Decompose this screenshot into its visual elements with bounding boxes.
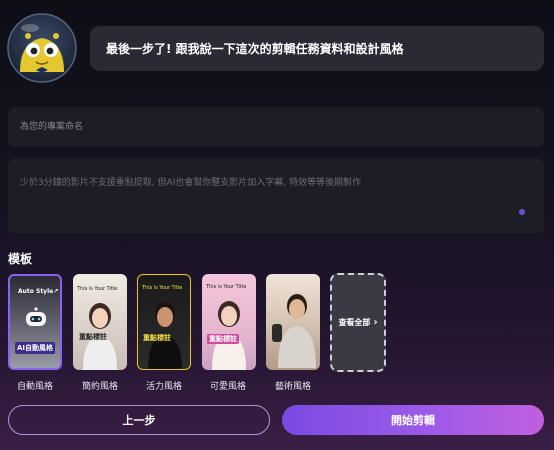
project-name-input[interactable] [8, 107, 544, 147]
presenter-image [272, 294, 316, 368]
template-label-energetic: 活力風格 [145, 382, 182, 392]
start-editing-label: 開始剪輯 [391, 414, 435, 427]
template-label-auto: 自動風格 [16, 382, 53, 392]
template-card-artistic[interactable] [266, 274, 320, 370]
template-card-simple[interactable]: This is Your Title 重點標註 [73, 274, 127, 370]
presenter-image [212, 301, 246, 370]
project-description-input[interactable] [8, 158, 544, 234]
template-card-cute[interactable]: This is Your Title 重點標註 [202, 274, 256, 370]
view-all-label: 查看全部 [338, 318, 371, 327]
templates-title: 模板 [8, 252, 33, 266]
view-all-templates-button[interactable]: 查看全部 › [330, 273, 386, 372]
assistant-message: 最後一步了! 跟我說一下這次的剪輯任務資料和設計風格 [90, 26, 544, 71]
template-label-artistic: 藝術風格 [274, 382, 311, 392]
chevron-right-icon: › [373, 317, 378, 328]
mascot-icon [7, 13, 77, 83]
template-label-cute: 可愛風格 [209, 382, 246, 392]
template-energetic-top-text: This is Your Title [142, 285, 183, 291]
template-auto-main-text: AI自動風格 [15, 342, 56, 354]
template-simple-top-text: This is Your Title [77, 286, 118, 292]
assistant-message-text: 最後一步了! 跟我說一下這次的剪輯任務資料和設計風格 [106, 42, 404, 56]
input-indicator-dot [519, 209, 525, 215]
template-auto-top-text: Auto Style↗ [18, 288, 59, 295]
robot-icon [26, 307, 46, 326]
template-energetic-main-text: 重點標註 [143, 334, 171, 342]
template-card-auto[interactable]: Auto Style↗ AI自動風格 [8, 274, 62, 370]
template-label-simple: 簡約風格 [81, 382, 118, 392]
mascot-avatar [6, 12, 78, 84]
template-simple-main-text: 重點標註 [79, 333, 107, 341]
template-cute-main-text: 重點標註 [207, 334, 239, 344]
template-card-energetic[interactable]: This is Your Title 重點標註 [137, 274, 191, 370]
start-editing-button[interactable]: 開始剪輯 [282, 405, 544, 435]
back-button[interactable]: 上一步 [8, 405, 270, 435]
template-cute-top-text: This is Your Title [206, 284, 247, 290]
back-button-label: 上一步 [122, 414, 156, 427]
